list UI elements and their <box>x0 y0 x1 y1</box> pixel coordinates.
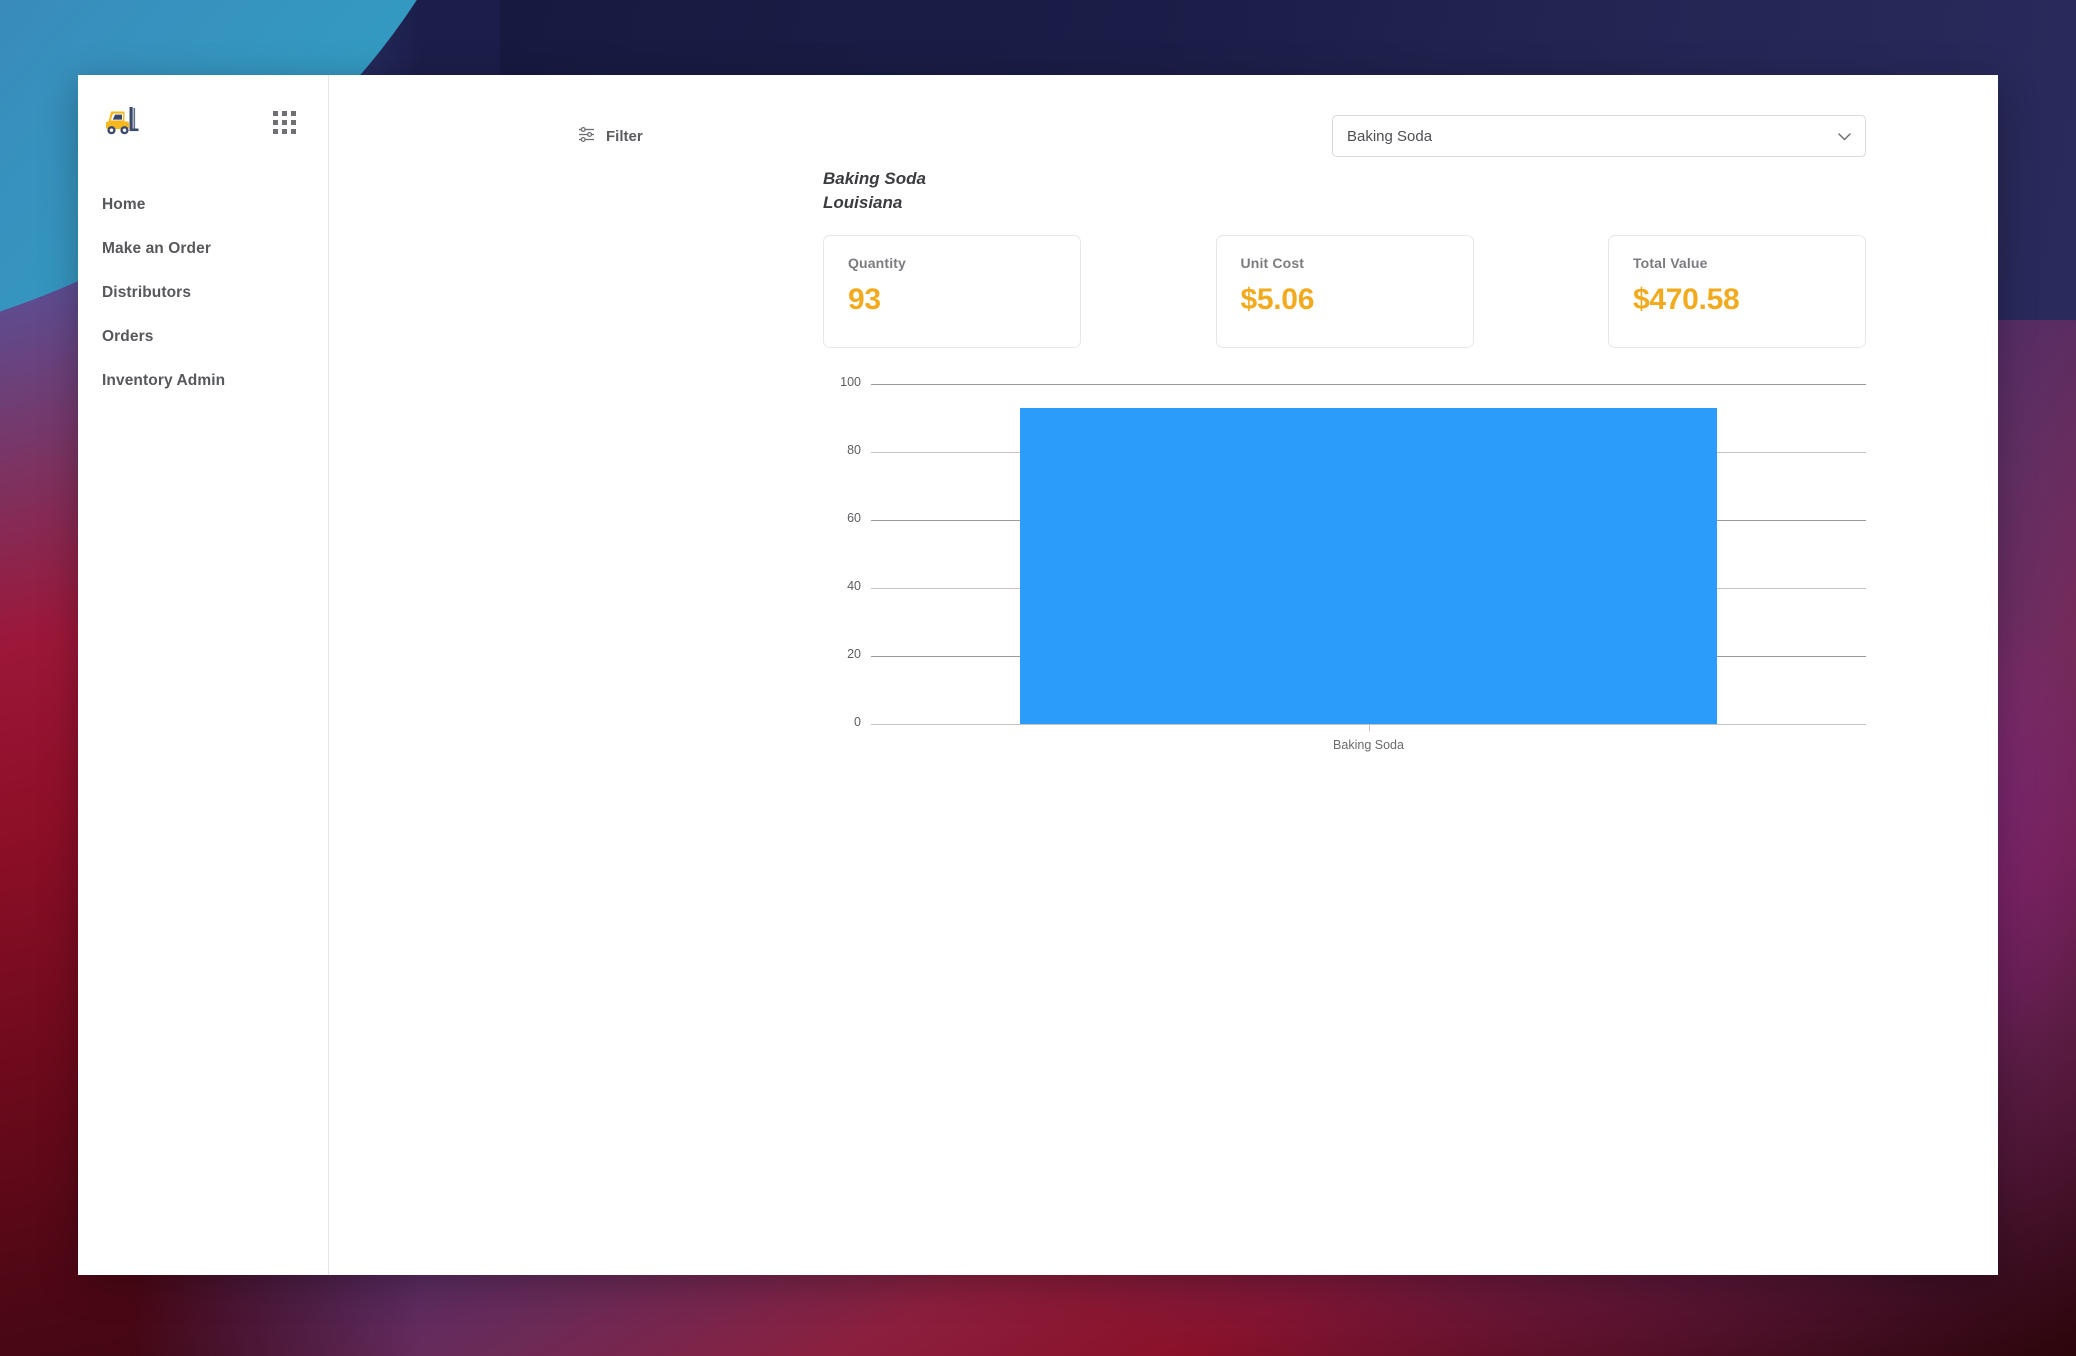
application-window: Home Make an Order Distributors Orders I… <box>78 75 1998 1275</box>
main-content: Filter Baking Soda Baking Soda Louisiana <box>329 75 1998 1275</box>
tune-sliders-icon <box>577 125 596 147</box>
page-title-product: Baking Soda <box>823 169 926 188</box>
sidebar-item-distributors[interactable]: Distributors <box>78 271 328 315</box>
chart-y-tick-label: 100 <box>840 375 861 390</box>
page-title: Baking Soda Louisiana <box>329 161 1998 215</box>
chart-y-tick-label: 80 <box>847 443 861 458</box>
chart-y-tick-label: 20 <box>847 647 861 662</box>
metric-value: $5.06 <box>1240 283 1315 317</box>
desktop-background: Home Make an Order Distributors Orders I… <box>0 0 2076 1356</box>
metric-label: Unit Cost <box>1240 255 1305 272</box>
page-title-location: Louisiana <box>823 193 903 213</box>
chart-gridline: 100 <box>823 375 1866 389</box>
metric-value: 93 <box>848 283 881 317</box>
content-toolbar: Filter Baking Soda <box>329 75 1998 161</box>
chart-gridline-rule <box>871 384 1866 386</box>
apps-grid-icon[interactable] <box>273 110 296 134</box>
metric-card-unit-cost: Unit Cost $5.06 <box>1215 235 1474 349</box>
forklift-icon[interactable] <box>102 102 146 142</box>
filter-button[interactable]: Filter <box>577 125 643 147</box>
chart-y-tick-label: 60 <box>847 511 861 526</box>
metric-card-quantity: Quantity 93 <box>823 235 1081 349</box>
sidebar-item-home[interactable]: Home <box>78 183 328 227</box>
chart-plot-area: 0 20 40 60 80 100 Baking Soda <box>823 375 1866 752</box>
sidebar-item-make-an-order[interactable]: Make an Order <box>78 227 328 271</box>
chart-y-tick-label: 0 <box>854 715 861 730</box>
chart-y-tick-label: 40 <box>847 579 861 594</box>
chart-bar[interactable] <box>1020 408 1717 725</box>
metric-label: Quantity <box>848 255 906 272</box>
chart-x-tick-label: Baking Soda <box>1333 738 1404 753</box>
sidebar: Home Make an Order Distributors Orders I… <box>78 75 329 1275</box>
product-select[interactable]: Baking Soda <box>1332 115 1866 157</box>
sidebar-item-inventory-admin[interactable]: Inventory Admin <box>78 359 328 403</box>
product-select-wrapper: Baking Soda <box>1332 115 1866 157</box>
metric-card-total-value: Total Value $470.58 <box>1608 235 1866 349</box>
filter-button-label: Filter <box>606 127 643 145</box>
chart-x-tick <box>1368 724 1370 732</box>
metric-label: Total Value <box>1633 255 1708 272</box>
sidebar-nav: Home Make an Order Distributors Orders I… <box>78 183 328 403</box>
sidebar-item-orders[interactable]: Orders <box>78 315 328 359</box>
inventory-bar-chart: 0 20 40 60 80 100 Baking Soda <box>329 375 1998 804</box>
metric-value: $470.58 <box>1633 283 1740 317</box>
chart-gridline: 0 <box>823 715 1866 729</box>
sidebar-header <box>78 75 328 145</box>
metric-cards: Quantity 93 Unit Cost $5.06 Total Value … <box>329 215 1998 349</box>
